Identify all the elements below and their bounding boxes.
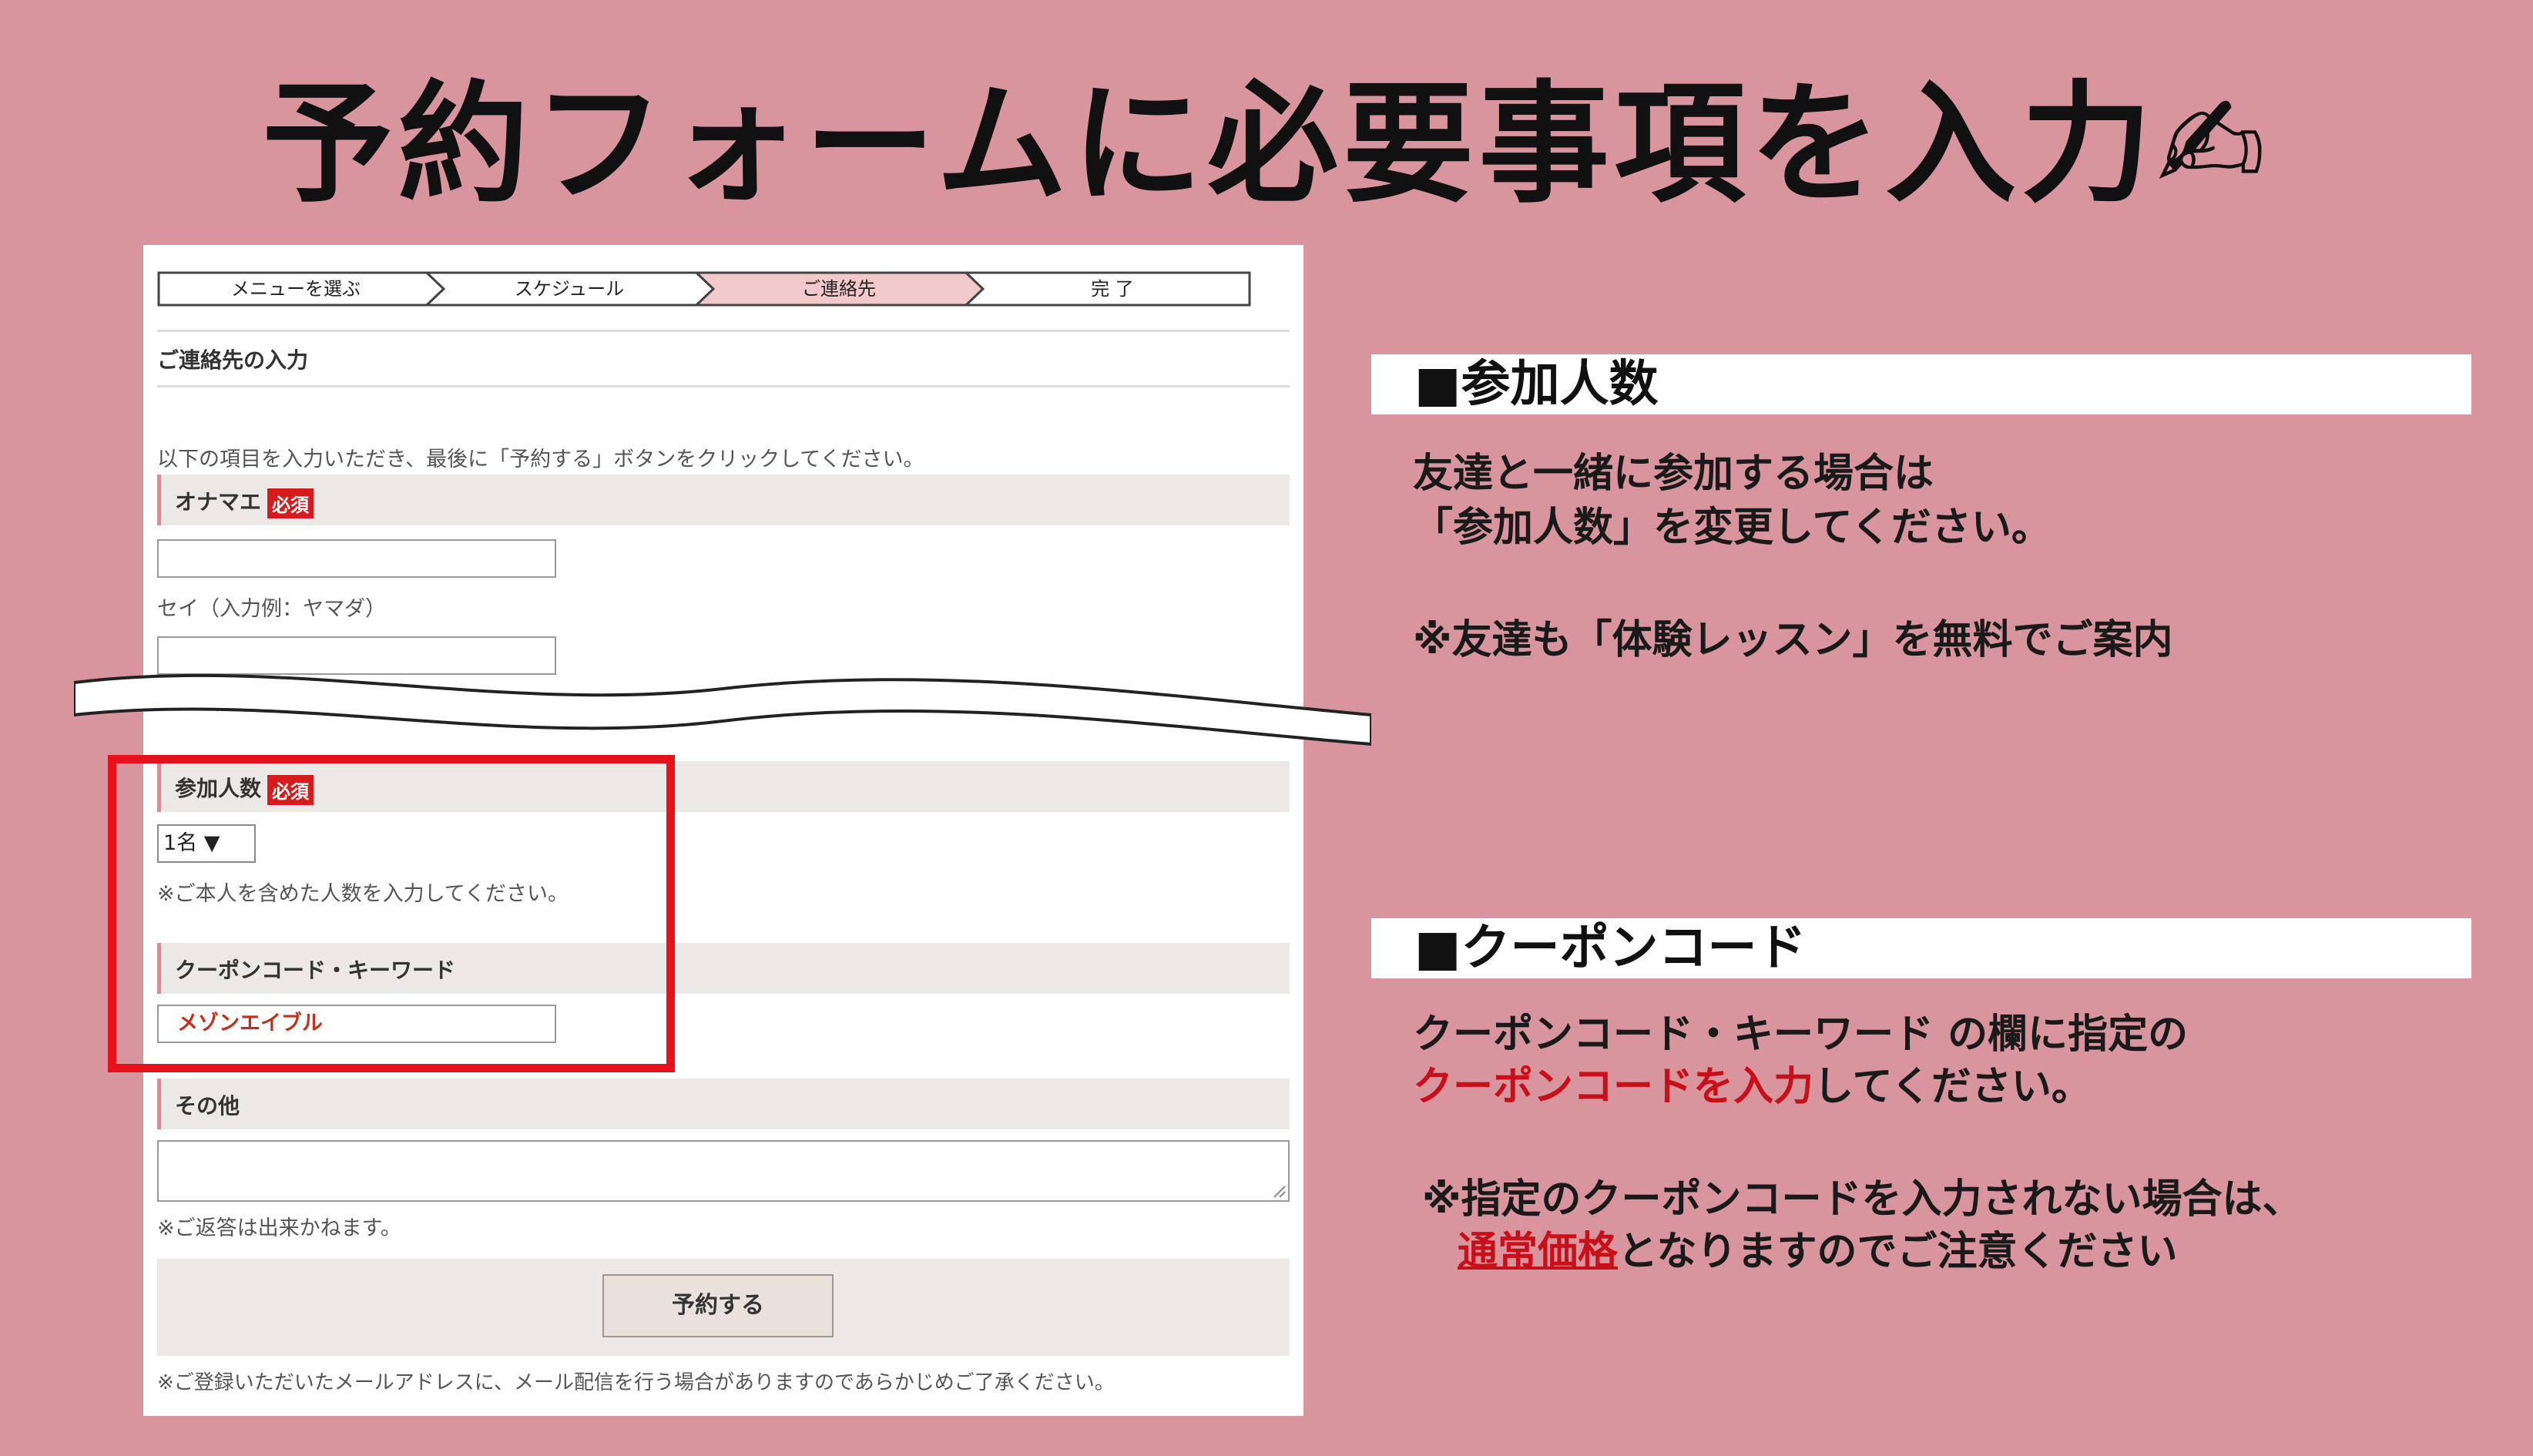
- callout-participants-heading: ■参加人数: [1414, 356, 1659, 413]
- callout-participants-line1: 友達と一緒に参加する場合は: [1413, 451, 1934, 497]
- name-label: オナマエ: [175, 489, 262, 515]
- coupon-emphasis: クーポンコードを入力: [1413, 1064, 1814, 1110]
- other-textarea[interactable]: [157, 1140, 1290, 1202]
- writing-hand-icon: ✍: [2156, 69, 2271, 221]
- resize-handle-icon[interactable]: [1271, 1183, 1287, 1199]
- other-label: その他: [175, 1093, 240, 1119]
- footer-note: ※ご登録いただいたメールアドレスに、メール配信を行う場合がありますのであらかじめ…: [157, 1371, 1115, 1394]
- callout-participants-header: ■参加人数: [1371, 354, 2471, 414]
- callout-coupon-line1: クーポンコード・キーワード の欄に指定の: [1413, 1011, 2189, 1058]
- highlight-box: [108, 755, 675, 1072]
- callout-coupon-header: ■クーポンコード: [1371, 918, 2471, 978]
- other-note: ※ご返答は出来かねます。: [157, 1216, 401, 1240]
- step-schedule: スケジュール: [514, 278, 625, 300]
- step-complete: 完 了: [1091, 278, 1134, 300]
- form-heading: ご連絡先の入力: [157, 347, 309, 373]
- divider: [157, 330, 1290, 332]
- section-other: その他: [157, 1079, 1290, 1129]
- callout-participants-line2: 「参加人数」を変更してください。: [1413, 505, 2052, 551]
- callout-coupon-line3: ※指定のクーポンコードを入力されない場合は、: [1422, 1176, 2303, 1223]
- callout-coupon-line4: 通常価格となりますのでご注意ください: [1458, 1229, 2178, 1275]
- divider: [157, 385, 1290, 387]
- form-intro: 以下の項目を入力いただき、最後に「予約する」ボタンをクリックしてください。: [157, 448, 924, 471]
- callout-coupon-line2: クーポンコードを入力してください。: [1413, 1064, 2092, 1110]
- callout-coupon-heading: ■クーポンコード: [1414, 920, 1807, 977]
- page-title-text: 予約フォームに必要事項を入力: [262, 69, 2157, 221]
- reserve-button[interactable]: 予約する: [602, 1274, 834, 1337]
- step-contact: ご連絡先: [802, 278, 876, 300]
- callout-participants-line3: ※友達も「体験レッスン」を無料でご案内: [1413, 617, 2173, 663]
- step-select-menu: メニューを選ぶ: [231, 278, 361, 300]
- sei-hint: セイ（入力例：ヤマダ）: [157, 597, 386, 621]
- section-name: オナマエ 必須: [157, 475, 1290, 525]
- required-badge: 必須: [267, 488, 314, 518]
- wave-break: [74, 673, 1371, 746]
- page-title: 予約フォームに必要事項を入力✍: [0, 68, 2533, 222]
- sei-input[interactable]: [157, 539, 556, 578]
- regular-price-emphasis: 通常価格: [1458, 1229, 1619, 1275]
